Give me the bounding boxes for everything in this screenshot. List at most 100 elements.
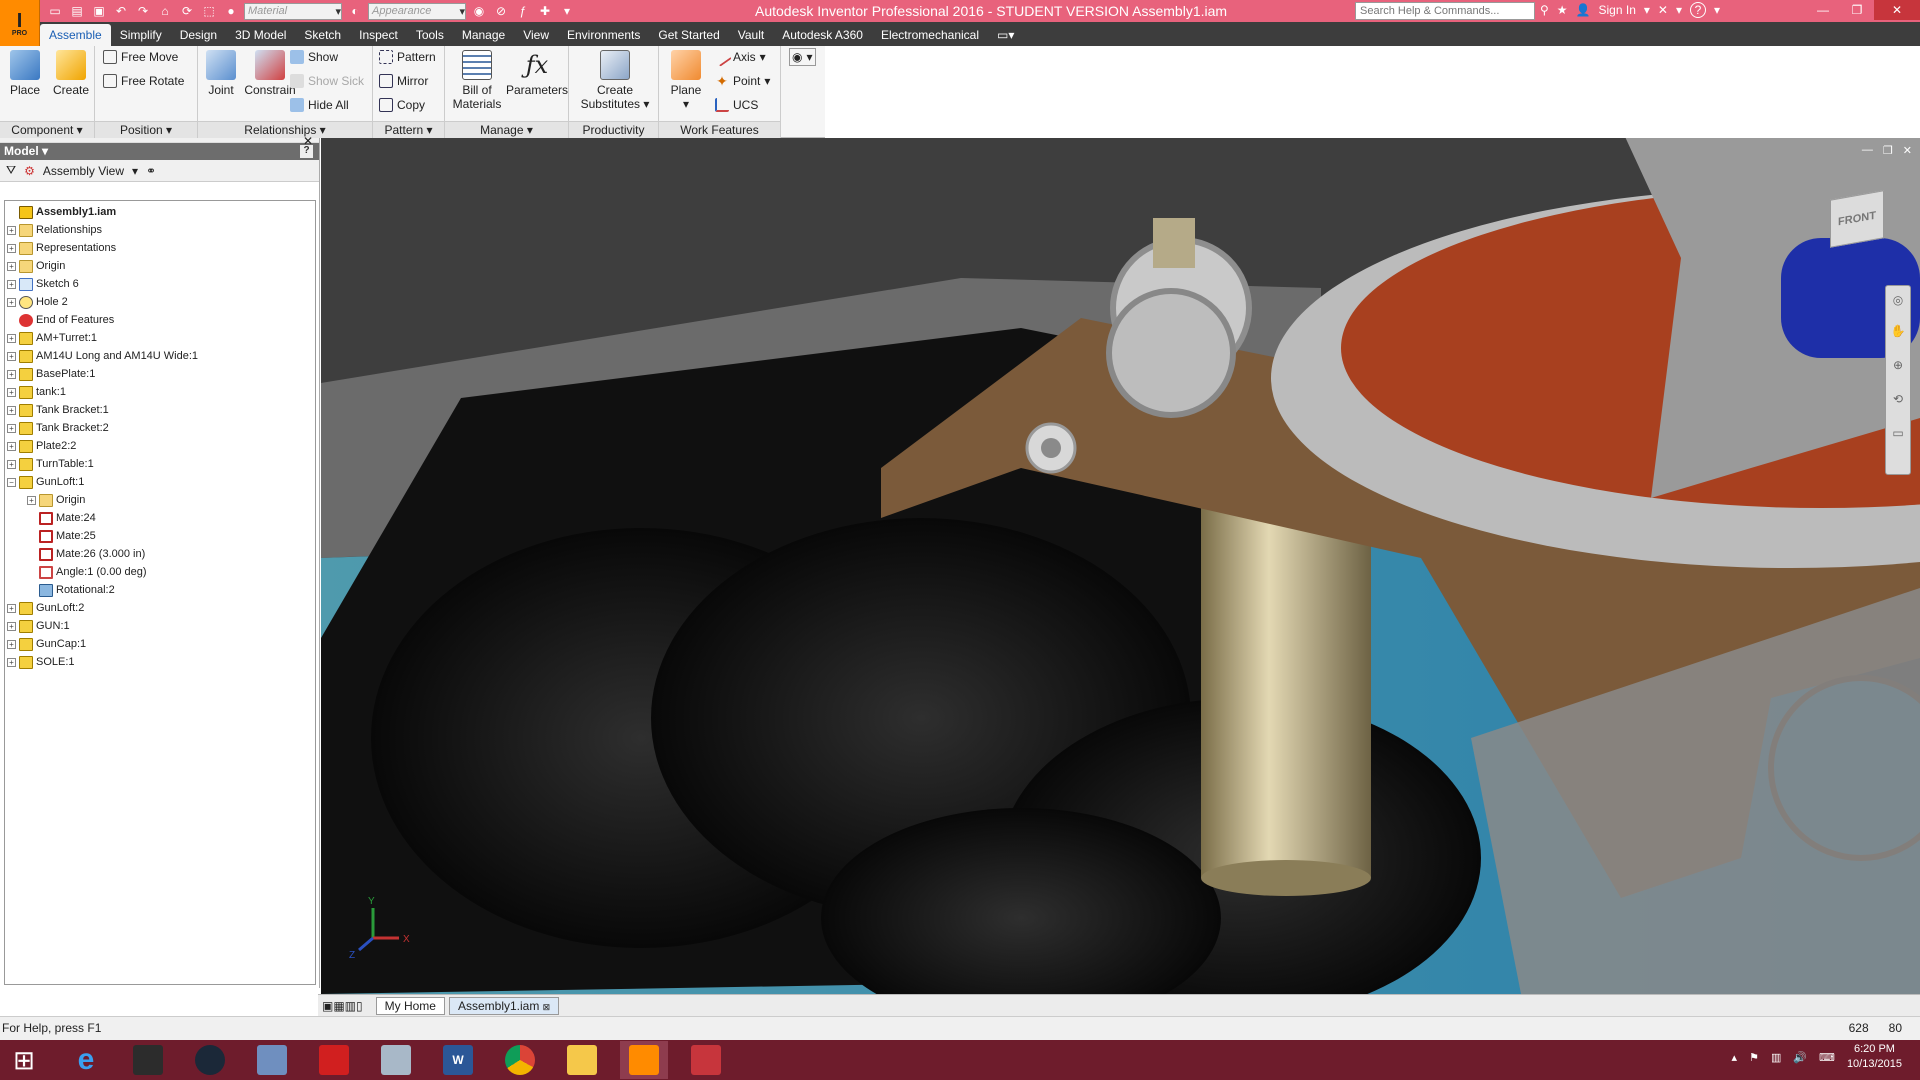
save-icon[interactable]: ▣	[90, 2, 108, 20]
browser-close-icon[interactable]: ✕	[303, 134, 313, 148]
fx-icon[interactable]: ƒ	[514, 2, 532, 20]
redo-icon[interactable]: ↷	[134, 2, 152, 20]
help-icon[interactable]: ?	[1690, 2, 1706, 18]
tree-node[interactable]: Rotational:2	[5, 581, 315, 599]
tree-expander-icon[interactable]: +	[7, 459, 16, 469]
tree-expander-icon[interactable]: +	[7, 405, 16, 415]
create-substitutes-button[interactable]: Create Substitutes ▾	[577, 48, 653, 111]
assembly1-tab[interactable]: Assembly1.iam ⊠	[448, 996, 560, 1015]
assembly-view-dropdown[interactable]: Assembly View	[43, 164, 124, 178]
constrain-button[interactable]: Constrain	[244, 48, 296, 97]
tree-node[interactable]: Mate:26 (3.000 in)	[5, 545, 315, 563]
my-home-tab[interactable]: My Home	[375, 996, 445, 1015]
tab-3d-model[interactable]: 3D Model	[226, 24, 295, 46]
exchange-icon[interactable]: ✕	[1658, 3, 1668, 17]
filter-icon[interactable]: ⛛	[6, 163, 16, 178]
help-chevron-icon[interactable]: ▾	[1714, 3, 1720, 17]
axis-button[interactable]: Axis ▾	[712, 47, 766, 67]
clear-icon[interactable]: ⊘	[492, 2, 510, 20]
panel-title-component[interactable]: Component ▾	[0, 121, 94, 138]
adjust-icon[interactable]: ◉	[470, 2, 488, 20]
select-icon[interactable]: ⬚	[200, 2, 218, 20]
user-icon[interactable]: 👤	[1576, 3, 1591, 17]
tab-electromechanical[interactable]: Electromechanical	[872, 24, 988, 46]
undo-icon[interactable]: ↶	[112, 2, 130, 20]
tree-expander-icon[interactable]: +	[7, 387, 16, 397]
taskbar-acrobat[interactable]	[310, 1041, 358, 1079]
pattern-button[interactable]: Pattern	[379, 48, 436, 66]
tree-expander-icon[interactable]: +	[7, 621, 16, 631]
home-icon[interactable]: ⌂	[156, 2, 174, 20]
volume-icon[interactable]: 🔊	[1793, 1051, 1807, 1064]
tree-node[interactable]: + GunLoft:2	[5, 599, 315, 617]
tree-node[interactable]: − GunLoft:1	[5, 473, 315, 491]
copy-button[interactable]: Copy	[379, 96, 425, 114]
appearance-dropdown[interactable]: Appearance ▾	[368, 2, 466, 20]
panel-title-position[interactable]: Position ▾	[95, 121, 197, 138]
update-icon[interactable]: ⟳	[178, 2, 196, 20]
tab-sketch[interactable]: Sketch	[295, 24, 350, 46]
tree-expander-icon[interactable]: +	[7, 603, 16, 613]
customize-icon[interactable]: ▾	[558, 2, 576, 20]
tree-node[interactable]: + Tank Bracket:1	[5, 401, 315, 419]
bill-of-materials-button[interactable]: Bill of Materials	[449, 48, 505, 111]
close-icon[interactable]: ✕	[1874, 0, 1920, 20]
tree-node[interactable]: + Sketch 6	[5, 275, 315, 293]
tree-node[interactable]: + AM14U Long and AM14U Wide:1	[5, 347, 315, 365]
start-button[interactable]: ⊞	[0, 1041, 48, 1079]
joint-button[interactable]: Joint	[198, 48, 244, 97]
show-button[interactable]: Show	[290, 48, 338, 66]
taskbar-calculator[interactable]	[372, 1041, 420, 1079]
orbit-icon[interactable]: ⟲	[1886, 382, 1910, 416]
tab-environments[interactable]: Environments	[558, 24, 649, 46]
tree-node[interactable]: + BasePlate:1	[5, 365, 315, 383]
viewcube[interactable]: FRONT	[1830, 190, 1890, 253]
tree-expander-icon[interactable]: +	[7, 441, 16, 451]
taskbar-game-app[interactable]	[124, 1041, 172, 1079]
tree-expander-icon[interactable]: +	[7, 243, 16, 253]
viewport-minimize-icon[interactable]: —	[1862, 144, 1873, 157]
tree-node[interactable]: + AM+Turret:1	[5, 329, 315, 347]
ucs-button[interactable]: UCS	[715, 96, 758, 114]
tree-expander-icon[interactable]: +	[7, 333, 16, 343]
tree-expander-icon[interactable]: +	[7, 657, 16, 667]
ribbon-options-icon[interactable]: ▭▾	[988, 24, 1023, 46]
taskbar-inventor[interactable]	[620, 1041, 668, 1079]
tree-node[interactable]: Mate:24	[5, 509, 315, 527]
sign-in-chevron-icon[interactable]: ▾	[1644, 3, 1650, 17]
panel-title-relationships[interactable]: Relationships ▾	[198, 121, 372, 138]
tab-simplify[interactable]: Simplify	[111, 24, 171, 46]
point-button[interactable]: ✦ Point ▾	[715, 72, 770, 90]
clock[interactable]: 6:20 PM 10/13/2015	[1847, 1042, 1902, 1072]
application-menu-button[interactable]: I PRO	[0, 0, 40, 46]
taskbar-chrome[interactable]	[496, 1041, 544, 1079]
hide-all-button[interactable]: Hide All	[290, 96, 349, 114]
tab-inspect[interactable]: Inspect	[350, 24, 407, 46]
find-binoculars-icon[interactable]: ⚭	[146, 164, 156, 178]
tree-node[interactable]: Mate:25	[5, 527, 315, 545]
plane-button[interactable]: Plane ▾	[663, 48, 709, 111]
tab-close-icon[interactable]: ⊠	[543, 1002, 551, 1012]
show-sick-button[interactable]: Show Sick	[290, 72, 364, 90]
tree-expander-icon[interactable]: +	[7, 423, 16, 433]
tree-expander-icon[interactable]: +	[27, 495, 36, 505]
open-file-icon[interactable]: ▤	[68, 2, 86, 20]
appearance-sphere-icon[interactable]: ◐	[346, 2, 364, 20]
tree-expander-icon[interactable]: +	[7, 369, 16, 379]
minimize-icon[interactable]: —	[1806, 0, 1840, 20]
tree-node[interactable]: + Hole 2	[5, 293, 315, 311]
tab-manage[interactable]: Manage	[453, 24, 514, 46]
tile-views-icons[interactable]: ▣▦▥▯	[322, 999, 363, 1013]
network-icon[interactable]: ▥	[1771, 1051, 1781, 1064]
panel-title-manage[interactable]: Manage ▾	[445, 121, 568, 138]
flag-icon[interactable]: ⚑	[1749, 1051, 1759, 1064]
create-button[interactable]: Create	[48, 48, 94, 97]
tree-node[interactable]: + Origin	[5, 491, 315, 509]
new-file-icon[interactable]: ▭	[46, 2, 64, 20]
assembly-3d-scene[interactable]: Y X Z	[321, 138, 1920, 994]
taskbar-remote-desktop[interactable]	[248, 1041, 296, 1079]
search-input[interactable]: Search Help & Commands...	[1355, 2, 1535, 20]
viewcube-front-face[interactable]: FRONT	[1830, 190, 1884, 248]
tab-tools[interactable]: Tools	[407, 24, 453, 46]
mirror-button[interactable]: Mirror	[379, 72, 428, 90]
